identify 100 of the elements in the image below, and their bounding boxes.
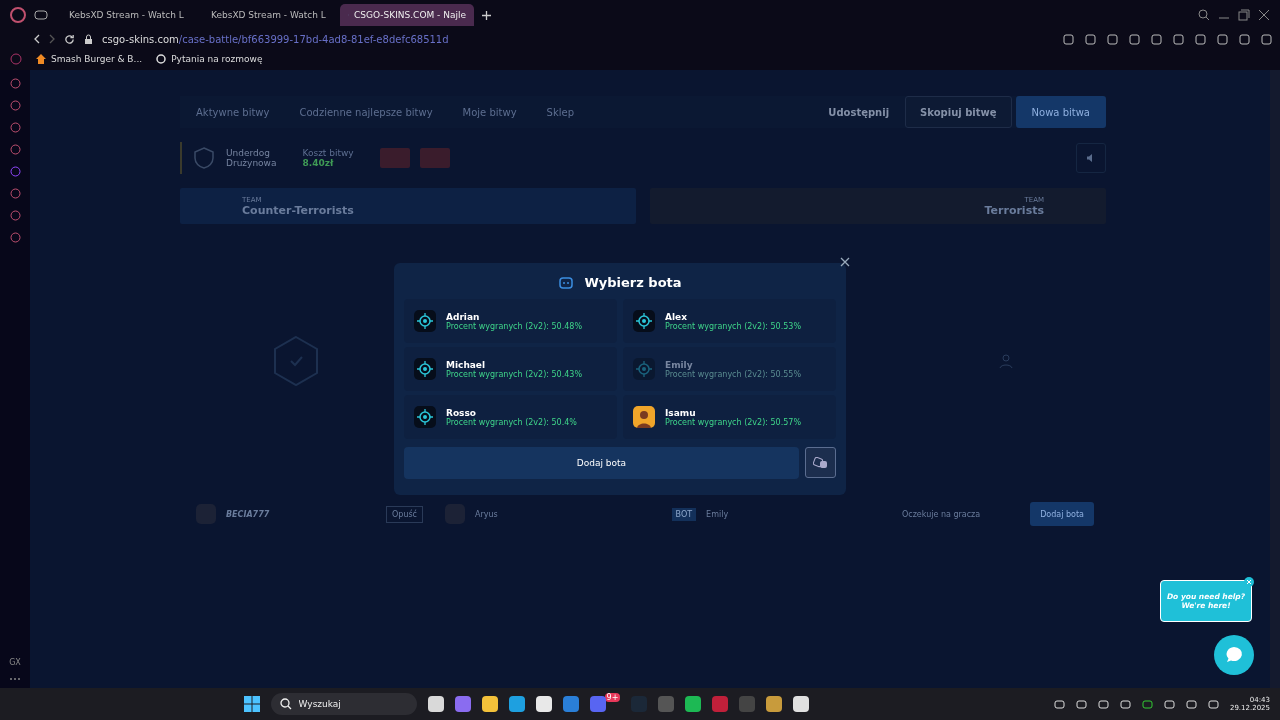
leave-button[interactable]: Opuść — [386, 505, 423, 523]
toolbar-icon[interactable] — [1195, 33, 1206, 45]
crosshair-icon — [414, 358, 436, 380]
taskbar-app-icon[interactable] — [793, 696, 810, 712]
tray-icon[interactable] — [1163, 698, 1175, 710]
bot-option[interactable]: Alex Procent wygranych (2v2): 50.53% — [623, 299, 836, 343]
tray-icon[interactable] — [1053, 698, 1065, 710]
toolbar-icon[interactable] — [1063, 33, 1074, 45]
tray-icon[interactable] — [1141, 698, 1153, 710]
bot-name: Isamu — [665, 407, 697, 418]
player-name: BECIA777 — [226, 509, 271, 519]
search-icon[interactable] — [1198, 9, 1210, 21]
copy-battle-button[interactable]: Skopiuj bitwę — [905, 96, 1012, 128]
sidebar-icon[interactable] — [9, 122, 21, 133]
bookmark[interactable]: Smash Burger & B... — [36, 54, 143, 64]
taskbar-app-icon[interactable] — [481, 696, 498, 712]
hexagon-check-icon — [272, 335, 320, 387]
sidebar-label: GX — [9, 658, 21, 667]
toolbar-icon[interactable] — [1261, 33, 1272, 45]
win-rate: Procent wygranych (2v2): 50.4% — [446, 417, 577, 427]
nav-link[interactable]: Moje bitwy — [462, 106, 517, 118]
search-field[interactable]: Wyszukaj — [270, 693, 417, 715]
team-name: Terrorists — [984, 203, 1044, 217]
nav-link[interactable]: Sklep — [546, 106, 574, 118]
share-link[interactable]: Udostępnij — [828, 106, 890, 118]
back-icon[interactable] — [34, 34, 40, 44]
user-icon — [998, 353, 1014, 369]
reload-icon[interactable] — [64, 33, 75, 45]
bot-option[interactable]: Adrian Procent wygranych (2v2): 50.48% — [404, 299, 617, 343]
lock-icon — [84, 33, 93, 45]
bot-name: Adrian — [446, 311, 481, 322]
toolbar-icon[interactable] — [1107, 33, 1118, 45]
nav-link[interactable]: Aktywne bitwy — [196, 106, 270, 118]
win-rate: Procent wygranych (2v2): 50.55% — [665, 369, 802, 379]
windows-logo-icon[interactable] — [243, 696, 260, 712]
bot-name: Alex — [665, 311, 688, 322]
crosshair-icon — [633, 358, 655, 380]
tray-icon[interactable] — [1207, 698, 1219, 710]
nav-link[interactable]: Codzienne najlepsze bitwy — [299, 106, 433, 118]
toolbar-icon[interactable] — [1151, 33, 1162, 45]
crosshair-icon — [414, 406, 436, 428]
toolbar-icon[interactable] — [1129, 33, 1140, 45]
sound-button[interactable] — [1076, 143, 1106, 173]
taskbar-app-icon[interactable] — [508, 696, 525, 712]
close-icon[interactable] — [1244, 577, 1254, 587]
bot-name: Michael — [446, 359, 487, 370]
dialog-title: Wybierz bota — [584, 274, 682, 290]
sidebar-icon[interactable] — [9, 144, 21, 155]
browser-tab[interactable]: CSGO-SKINS.COM - Najle — [340, 4, 474, 26]
bot-option[interactable]: Rosso Procent wygranych (2v2): 50.4% — [404, 395, 617, 439]
taskbar-app-icon[interactable] — [685, 696, 702, 712]
speech-bubble-icon — [1224, 645, 1244, 665]
notification-badge: 9+ — [604, 692, 621, 702]
toolbar-icon[interactable] — [1217, 33, 1228, 45]
taskbar-app-icon[interactable] — [766, 696, 783, 712]
bookmark[interactable]: Pytania na rozmowę — [156, 54, 263, 64]
tray-icon[interactable] — [1119, 698, 1131, 710]
gamepad-icon[interactable] — [34, 10, 48, 20]
bot-option[interactable]: Michael Procent wygranych (2v2): 50.43% — [404, 347, 617, 391]
sidebar-icon[interactable] — [9, 100, 21, 111]
new-battle-button[interactable]: Nowa bitwa — [1015, 96, 1106, 128]
flower-icon — [156, 54, 167, 64]
forward-icon[interactable] — [49, 34, 55, 44]
opera-logo-icon[interactable] — [10, 7, 26, 23]
tray-icon[interactable] — [1185, 698, 1197, 710]
add-bot-button[interactable]: Dodaj bota — [404, 447, 799, 479]
restore-icon[interactable] — [1238, 9, 1250, 21]
toolbar-icon[interactable] — [1173, 33, 1184, 45]
house-icon — [36, 54, 46, 64]
team-name: Counter-Terrorists — [242, 203, 355, 217]
avatar-silhouette-icon — [633, 406, 655, 428]
sidebar-icon[interactable] — [9, 232, 21, 243]
dice-button[interactable] — [805, 447, 836, 478]
sidebar-icon[interactable] — [9, 78, 21, 89]
battle-mode: Drużynowa — [226, 158, 277, 168]
taskbar-app-icon[interactable] — [427, 696, 444, 712]
player-name: Emily — [706, 509, 729, 519]
toolbar-icon[interactable] — [1085, 33, 1096, 45]
bot-option[interactable]: Isamu Procent wygranych (2v2): 50.57% — [623, 395, 836, 439]
win-rate: Procent wygranych (2v2): 50.48% — [446, 321, 583, 331]
tray-icon[interactable] — [1097, 698, 1109, 710]
close-icon[interactable] — [840, 257, 850, 267]
add-bot-button[interactable]: Dodaj bota — [1030, 502, 1094, 526]
shield-icon — [192, 146, 216, 170]
crosshair-icon — [633, 310, 655, 332]
address-field[interactable]: csgo-skins.com/case-battle/bf663999-17bd-4ad8-81ef-e8defc68511d — [102, 33, 449, 45]
win-rate: Procent wygranych (2v2): 50.57% — [665, 417, 802, 427]
browser-tab[interactable]: KebsXD Stream - Watch L — [198, 4, 332, 26]
toolbar-icon[interactable] — [1239, 33, 1250, 45]
cost-value: 8.40zł — [302, 158, 335, 168]
sidebar-icon[interactable] — [9, 188, 21, 199]
tray-icon[interactable] — [1075, 698, 1087, 710]
sidebar-icon[interactable] — [9, 166, 21, 177]
sidebar-icon[interactable] — [9, 210, 21, 221]
plus-icon[interactable] — [482, 10, 491, 20]
browser-tab[interactable]: KebsXD Stream - Watch L — [56, 4, 190, 26]
taskbar-app-icon[interactable] — [535, 696, 552, 712]
dice-icon — [812, 456, 829, 469]
waiting-text: Oczekuje na gracza — [901, 509, 981, 519]
case-picture — [419, 148, 450, 168]
